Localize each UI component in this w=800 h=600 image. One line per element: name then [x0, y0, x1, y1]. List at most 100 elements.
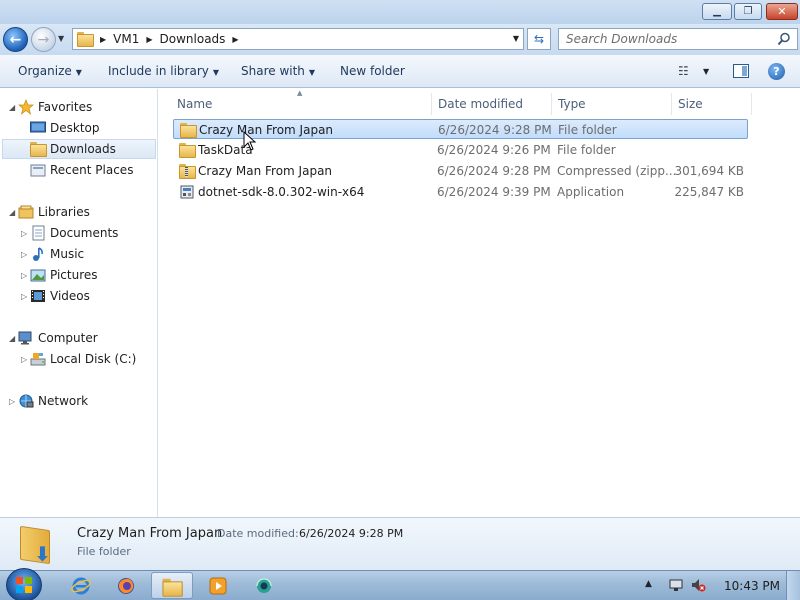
- file-type: Compressed (zipp...: [557, 164, 677, 178]
- help-button[interactable]: ?: [768, 63, 785, 80]
- nav-music[interactable]: Music: [30, 244, 84, 264]
- file-list: ▲ Name Date modified Type Size Crazy Man…: [159, 89, 800, 517]
- expand-arrow-icon[interactable]: ▷: [21, 271, 27, 280]
- breadcrumb-separator-icon[interactable]: ▶: [143, 35, 155, 44]
- network-icon: [18, 393, 34, 409]
- file-type: File folder: [557, 143, 616, 157]
- show-hidden-icons-button[interactable]: ▲: [645, 579, 652, 589]
- views-button[interactable]: ☷: [678, 64, 689, 78]
- file-type: File folder: [558, 123, 617, 137]
- local-disk-icon: [30, 351, 46, 367]
- details-date-value: 6/26/2024 9:28 PM: [299, 527, 404, 540]
- firefox-button[interactable]: [105, 572, 147, 599]
- navigation-pane: ◢ Favorites Desktop Downloads Recent Pla…: [0, 89, 158, 517]
- column-header-name[interactable]: Name: [173, 93, 432, 115]
- folder-icon: [180, 122, 197, 138]
- expand-arrow-icon[interactable]: ▷: [21, 355, 27, 364]
- back-arrow-icon: ←: [9, 31, 22, 48]
- downloads-folder-icon: [30, 141, 47, 157]
- file-name: dotnet-sdk-8.0.302-win-x64: [198, 185, 365, 199]
- system-clock[interactable]: 10:43 PM: [724, 579, 780, 593]
- nav-network-label: Network: [38, 394, 89, 408]
- taskbar: ▲ 10:43 PM: [0, 568, 800, 600]
- column-size-label: Size: [678, 97, 703, 111]
- collapse-arrow-icon[interactable]: ◢: [9, 208, 15, 217]
- windows-explorer-icon: [162, 577, 183, 597]
- file-date: 6/26/2024 9:39 PM: [437, 185, 551, 199]
- nav-documents[interactable]: Documents: [30, 223, 118, 243]
- downloads-folder-icon: ⬇: [20, 522, 56, 566]
- libraries-icon: [18, 204, 34, 220]
- file-name: Crazy Man From Japan: [198, 164, 333, 178]
- nav-pictures[interactable]: Pictures: [30, 265, 98, 285]
- breadcrumb-downloads[interactable]: Downloads: [156, 32, 230, 46]
- nav-local-disk[interactable]: Local Disk (C:): [30, 349, 136, 369]
- nav-downloads[interactable]: Downloads: [2, 139, 156, 159]
- nav-recent-places[interactable]: Recent Places: [30, 160, 133, 180]
- include-in-library-button[interactable]: Include in library ▼: [108, 64, 219, 78]
- computer-icon: [18, 330, 34, 346]
- nav-network[interactable]: Network: [18, 391, 88, 411]
- internet-explorer-button[interactable]: [60, 572, 102, 599]
- file-row[interactable]: Crazy Man From Japan 6/26/2024 9:28 PM C…: [173, 161, 748, 181]
- preview-pane-button[interactable]: [733, 64, 749, 78]
- restore-button[interactable]: ❐: [734, 3, 762, 20]
- breadcrumb-separator-icon[interactable]: ▶: [229, 35, 241, 44]
- column-header-date-modified[interactable]: Date modified: [434, 93, 552, 115]
- details-date-label: Date modified:: [217, 527, 299, 540]
- breadcrumb-vm1[interactable]: VM1: [109, 32, 143, 46]
- file-name: Crazy Man From Japan: [199, 123, 334, 137]
- chevron-down-icon: ▼: [212, 68, 220, 77]
- nav-documents-label: Documents: [50, 226, 119, 240]
- desktop-icon: [30, 120, 46, 136]
- expand-arrow-icon[interactable]: ▷: [9, 397, 15, 406]
- collapse-arrow-icon[interactable]: ◢: [9, 103, 15, 112]
- start-button[interactable]: [6, 568, 42, 600]
- show-desktop-button[interactable]: [786, 571, 800, 600]
- expand-arrow-icon[interactable]: ▷: [21, 292, 27, 301]
- views-dropdown-arrow[interactable]: ▼: [703, 67, 709, 76]
- nav-computer[interactable]: Computer: [18, 328, 98, 348]
- forward-button[interactable]: →: [31, 27, 56, 52]
- expand-arrow-icon[interactable]: ▷: [21, 250, 27, 259]
- network-app-button[interactable]: [243, 572, 285, 599]
- back-button[interactable]: ←: [3, 27, 28, 52]
- address-history-dropdown[interactable]: ▼: [513, 34, 519, 43]
- expand-arrow-icon[interactable]: ▷: [21, 229, 27, 238]
- share-with-button[interactable]: Share with ▼: [241, 64, 315, 78]
- column-header-type[interactable]: Type: [554, 93, 672, 115]
- media-player-icon: [209, 577, 227, 594]
- windows-explorer-button[interactable]: [151, 572, 193, 599]
- address-row: ← → ▼ ▶ VM1 ▶ Downloads ▶ ▼ ⇆: [0, 24, 800, 55]
- media-player-button[interactable]: [197, 572, 239, 599]
- search-input[interactable]: [559, 29, 769, 49]
- views-icon: ☷: [678, 64, 689, 78]
- volume-muted-icon[interactable]: [690, 577, 706, 593]
- recent-pages-dropdown[interactable]: ▼: [58, 34, 64, 43]
- file-row[interactable]: Crazy Man From Japan 6/26/2024 9:28 PM F…: [173, 119, 748, 139]
- network-status-icon[interactable]: [668, 577, 684, 593]
- search-icon[interactable]: [777, 32, 791, 46]
- nav-libraries-label: Libraries: [38, 205, 90, 219]
- file-date: 6/26/2024 9:28 PM: [437, 164, 551, 178]
- file-row[interactable]: TaskData 6/26/2024 9:26 PM File folder: [173, 140, 748, 160]
- file-row[interactable]: dotnet-sdk-8.0.302-win-x64 6/26/2024 9:3…: [173, 182, 748, 202]
- nav-favorites[interactable]: Favorites: [18, 97, 92, 117]
- recent-places-icon: [30, 162, 46, 178]
- minimize-button[interactable]: ▁: [702, 3, 732, 20]
- refresh-button[interactable]: ⇆: [527, 28, 551, 50]
- column-type-label: Type: [558, 97, 586, 111]
- column-header-size[interactable]: Size: [674, 93, 752, 115]
- nav-desktop[interactable]: Desktop: [30, 118, 100, 138]
- nav-local-disk-label: Local Disk (C:): [50, 352, 137, 366]
- new-folder-button[interactable]: New folder: [340, 64, 405, 78]
- organize-button[interactable]: Organize ▼: [18, 64, 82, 78]
- nav-libraries[interactable]: Libraries: [18, 202, 90, 222]
- nav-videos[interactable]: Videos: [30, 286, 90, 306]
- search-box[interactable]: [558, 28, 798, 50]
- videos-icon: [30, 288, 46, 304]
- address-bar[interactable]: ▶ VM1 ▶ Downloads ▶ ▼: [72, 28, 524, 50]
- collapse-arrow-icon[interactable]: ◢: [9, 334, 15, 343]
- breadcrumb-separator-icon[interactable]: ▶: [97, 35, 109, 44]
- close-button[interactable]: ✕: [766, 3, 798, 20]
